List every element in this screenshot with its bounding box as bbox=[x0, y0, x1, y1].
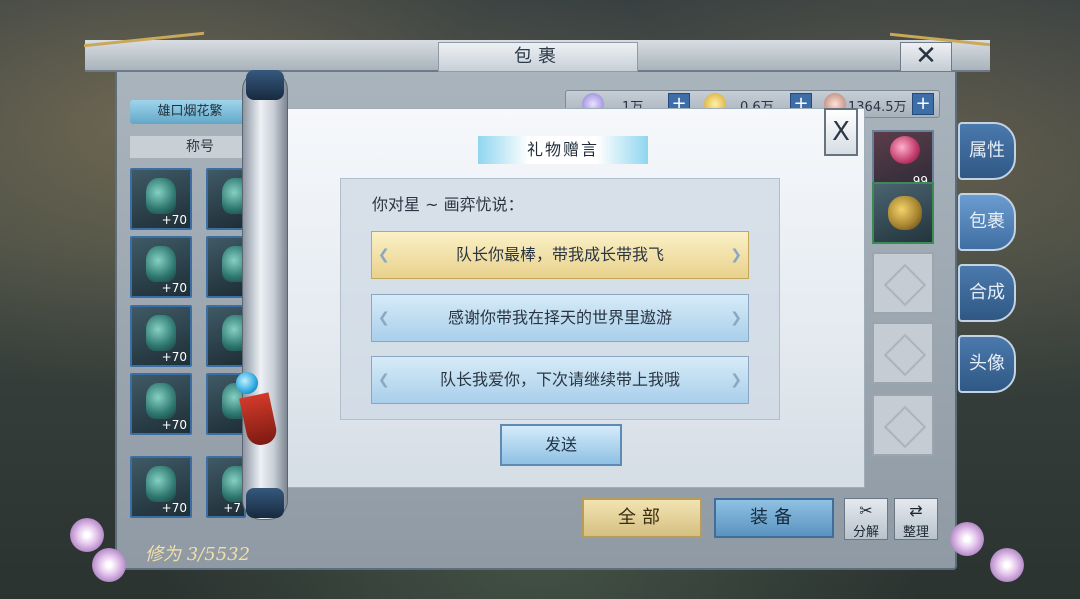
tab-bag[interactable]: 包裹 bbox=[958, 193, 1016, 251]
add-resource-3-button[interactable]: + bbox=[912, 93, 934, 115]
scroll-cap-top bbox=[246, 70, 284, 100]
equipment-icon bbox=[146, 178, 176, 214]
enhance-level: +70 bbox=[161, 418, 187, 432]
cultivation-readout: 修为 3/5532 bbox=[145, 544, 251, 565]
tools-icon: ✂ bbox=[859, 501, 873, 520]
equip-slot[interactable]: +7 bbox=[206, 456, 252, 518]
option-label: 感谢你带我在择天的世界里遨游 bbox=[447, 308, 672, 327]
equipment-icon bbox=[146, 315, 176, 351]
equip-slot[interactable] bbox=[206, 168, 252, 230]
jade-bead-icon bbox=[236, 372, 258, 394]
window-title: 包裹 bbox=[438, 42, 638, 72]
tab-avatar[interactable]: 头像 bbox=[958, 335, 1016, 393]
chevron-left-icon: ❮ bbox=[378, 310, 390, 326]
ore-icon bbox=[888, 196, 922, 230]
option-label: 队长你最棒，带我成长带我飞 bbox=[455, 245, 664, 264]
bag-slot-empty[interactable] bbox=[872, 394, 934, 456]
category-tab[interactable]: 雄口烟花繁 bbox=[130, 100, 250, 124]
tab-attributes[interactable]: 属性 bbox=[958, 122, 1016, 180]
equip-slot[interactable] bbox=[206, 305, 252, 367]
chevron-right-icon: ❯ bbox=[730, 372, 742, 388]
message-option-2[interactable]: ❮ 感谢你带我在择天的世界里遨游 ❯ bbox=[371, 294, 749, 342]
arrange-button[interactable]: ⇄ 整理 bbox=[894, 498, 938, 540]
dialog-title: 礼物赠言 bbox=[478, 136, 648, 164]
enhance-level: +70 bbox=[161, 350, 187, 364]
flower-decoration bbox=[950, 522, 984, 556]
enhance-level: +70 bbox=[161, 501, 187, 515]
decompose-label: 分解 bbox=[852, 525, 879, 540]
scroll-rod bbox=[242, 70, 288, 520]
flower-decoration bbox=[990, 548, 1024, 582]
equipment-icon bbox=[146, 383, 176, 419]
message-option-3[interactable]: ❮ 队长我爱你，下次请继续带上我哦 ❯ bbox=[371, 356, 749, 404]
equipment-icon bbox=[146, 466, 176, 502]
equipment-icon bbox=[146, 246, 176, 282]
chevron-left-icon: ❮ bbox=[378, 247, 390, 263]
dialog-close-button[interactable]: X bbox=[824, 108, 858, 156]
equip-slot[interactable]: +70 bbox=[130, 456, 192, 518]
window-close-button[interactable]: ✕ bbox=[900, 42, 952, 72]
chevron-left-icon: ❮ bbox=[378, 372, 390, 388]
filter-equipment-button[interactable]: 装备 bbox=[714, 498, 834, 538]
sort-icon: ⇄ bbox=[909, 501, 923, 520]
gift-orb-icon bbox=[890, 136, 920, 164]
equip-slot[interactable]: +70 bbox=[130, 305, 192, 367]
option-label: 队长我爱你，下次请继续带上我哦 bbox=[439, 370, 680, 389]
equip-slot[interactable]: +70 bbox=[130, 236, 192, 298]
enhance-level: +7 bbox=[223, 501, 241, 515]
chevron-right-icon: ❯ bbox=[730, 247, 742, 263]
enhance-level: +70 bbox=[161, 281, 187, 295]
bag-slot-ore[interactable] bbox=[872, 182, 934, 244]
chevron-right-icon: ❯ bbox=[730, 310, 742, 326]
filter-all-button[interactable]: 全部 bbox=[582, 498, 702, 538]
arrange-label: 整理 bbox=[902, 525, 929, 540]
message-prompt: 你对星 ~ 画弈忧说： bbox=[372, 195, 524, 214]
send-button[interactable]: 发送 bbox=[500, 424, 622, 466]
tab-synthesis[interactable]: 合成 bbox=[958, 264, 1016, 322]
bag-slot-empty[interactable] bbox=[872, 322, 934, 384]
equip-slot[interactable]: +70 bbox=[130, 168, 192, 230]
scroll-cap-bottom bbox=[246, 488, 284, 518]
equip-slot[interactable] bbox=[206, 236, 252, 298]
bag-slot-empty[interactable] bbox=[872, 252, 934, 314]
flower-decoration bbox=[70, 518, 104, 552]
flower-decoration bbox=[92, 548, 126, 582]
equip-slot[interactable]: +70 bbox=[130, 373, 192, 435]
enhance-level: +70 bbox=[161, 213, 187, 227]
decompose-button[interactable]: ✂ 分解 bbox=[844, 498, 888, 540]
message-option-1[interactable]: ❮ 队长你最棒，带我成长带我飞 ❯ bbox=[371, 231, 749, 279]
